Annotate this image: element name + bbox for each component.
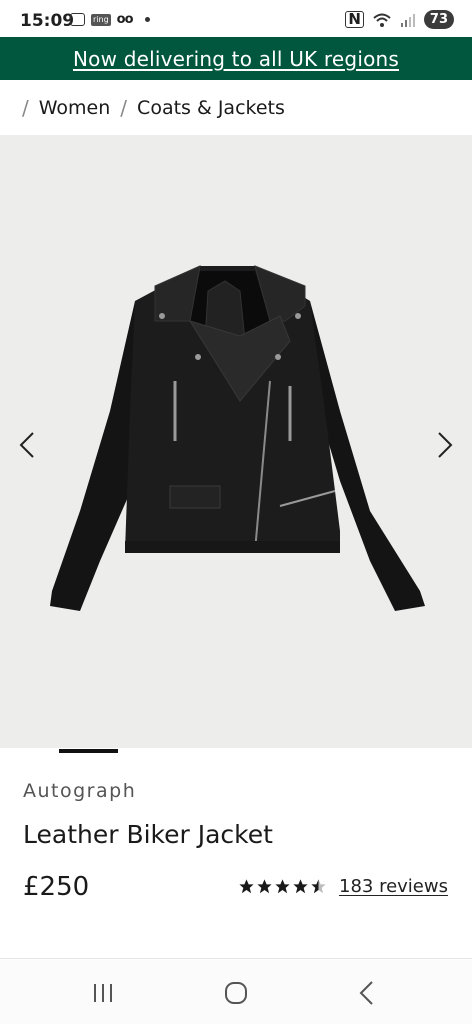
promo-link[interactable]: Now delivering to all UK regions <box>73 47 399 71</box>
breadcrumb-item-women[interactable]: Women <box>39 97 111 119</box>
star-icon <box>257 879 272 894</box>
product-brand: Autograph <box>23 780 137 802</box>
wifi-icon <box>373 13 391 27</box>
star-half-icon <box>311 879 326 894</box>
product-image-gallery[interactable] <box>0 135 472 748</box>
screenshot-icon <box>70 13 85 26</box>
breadcrumb: / Women / Coats & Jackets <box>0 80 472 135</box>
product-rating[interactable]: 183 reviews <box>238 876 448 897</box>
product-price: £250 <box>23 872 90 902</box>
star-icon <box>275 879 290 894</box>
back-icon <box>359 981 373 1005</box>
chevron-right-icon <box>438 432 453 458</box>
home-button[interactable] <box>221 978 251 1008</box>
nav-divider <box>0 958 472 959</box>
chevron-left-icon <box>19 432 34 458</box>
promo-banner[interactable]: Now delivering to all UK regions <box>0 37 472 80</box>
reviews-link[interactable]: 183 reviews <box>339 876 448 897</box>
signal-icon <box>400 13 415 27</box>
notification-dot-icon <box>144 17 150 22</box>
gallery-next-button[interactable] <box>430 430 460 460</box>
status-icons-right: N 73 <box>345 10 454 29</box>
star-icon <box>293 879 308 894</box>
recent-apps-icon <box>94 984 112 1002</box>
back-button[interactable] <box>352 978 382 1008</box>
status-time: 15:09 <box>20 11 75 31</box>
voicemail-icon: oo <box>116 12 134 27</box>
home-icon <box>225 982 247 1004</box>
nfc-icon: N <box>345 11 364 28</box>
star-icon <box>239 879 254 894</box>
breadcrumb-separator: / <box>22 95 29 120</box>
status-icons-left: ring oo <box>70 12 150 27</box>
breadcrumb-item-coats-jackets[interactable]: Coats & Jackets <box>137 97 285 119</box>
status-bar: 15:09 ring oo N 73 <box>0 0 472 40</box>
system-nav-bar <box>0 960 472 1024</box>
ring-app-icon: ring <box>91 13 111 26</box>
battery-icon: 73 <box>423 10 454 29</box>
product-image-jacket[interactable] <box>40 261 432 621</box>
gallery-prev-button[interactable] <box>12 430 42 460</box>
product-title: Leather Biker Jacket <box>23 820 273 849</box>
breadcrumb-separator: / <box>120 95 128 120</box>
star-rating <box>238 878 327 895</box>
recent-apps-button[interactable] <box>88 978 118 1008</box>
gallery-position-indicator <box>59 749 118 753</box>
